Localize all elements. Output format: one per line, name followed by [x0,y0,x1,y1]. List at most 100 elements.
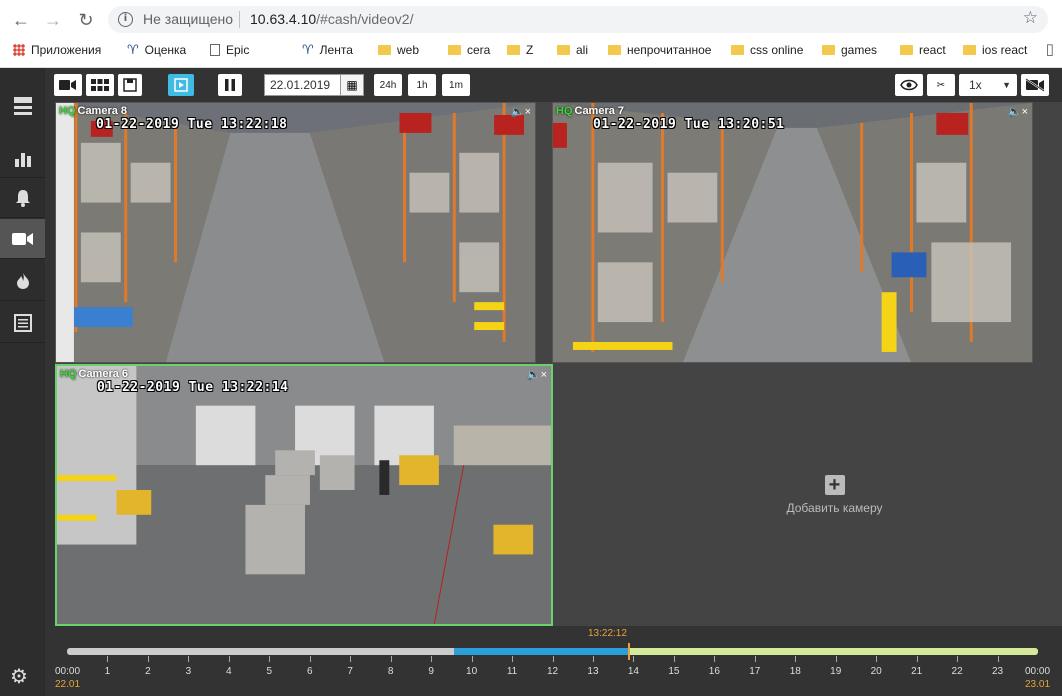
speed-select[interactable]: 1x ▼ [959,74,1017,96]
fire-icon[interactable] [0,261,45,301]
bookmark-item[interactable]: react [900,40,946,60]
bookmark-item[interactable]: Epic [210,40,249,60]
timeline-tick [714,656,716,662]
folder-icon [900,44,913,55]
video-toolbar: ▦ 24h 1h 1m ✂ 1x▼ [45,68,1062,102]
timeline-tick [228,656,230,662]
menu-icon[interactable] [0,78,45,118]
bookmark-item[interactable]: games [822,40,877,60]
camera-view-button[interactable] [54,74,82,96]
end-date-label: 23.01 [1025,679,1051,690]
bookmark-item[interactable]: Z [507,40,533,60]
timeline-tick [957,656,959,662]
hour-label: 22 [951,666,963,677]
bookmark-item[interactable]: cera [448,40,490,60]
bookmark-item[interactable]: непрочитанное [608,40,711,60]
bookmark-item[interactable]: css online [731,40,803,60]
timeline[interactable]: 13:22:12 1 2 3 4 5 6 7 8 9 10 11 12 13 14 15 16 17 18 19 20… [45,626,1062,696]
timeline-track[interactable] [67,643,1038,660]
mute-icon[interactable]: 🔈× [1008,105,1028,118]
timeline-tick [592,656,594,662]
bookmark-item[interactable]: web [378,40,419,60]
calendar-icon[interactable]: ▦ [340,74,364,96]
add-camera-label: Добавить камеру [786,501,883,515]
page-icon [210,43,220,56]
more-bookmarks-icon[interactable]: ▯ [1046,40,1054,58]
hour-label: 23 [991,666,1004,677]
gear-icon[interactable]: ⚙ [10,664,28,689]
timeline-tick [309,656,311,662]
hour-label: 14 [627,666,639,677]
apps-icon [13,43,25,56]
mascot-icon: ♈ [302,42,314,58]
bookmark-item[interactable]: Приложения [13,40,101,60]
bookmark-label: cera [467,43,491,57]
forward-icon[interactable]: → [42,9,64,31]
eye-icon[interactable] [895,74,923,96]
mascot-icon: ♈ [127,42,139,58]
timeline-tick [633,656,635,662]
mute-icon[interactable]: 🔈× [511,105,531,118]
archive-segment [454,648,629,655]
bookmark-label: ios react [982,43,1028,57]
hour-label: 17 [749,666,761,677]
bookmark-label: Epic [226,43,250,57]
address-bar[interactable]: i Не защищено 10.63.4.10/#cash/videov2/ … [108,6,1048,33]
hour-label: 9 [428,666,434,677]
star-icon[interactable]: ☆ [1023,8,1038,28]
bell-icon[interactable] [0,178,45,218]
timeline-tick [390,656,392,662]
timeline-cursor[interactable] [628,643,630,660]
camera-icon[interactable] [0,219,45,259]
url-text[interactable]: 10.63.4.10/#cash/videov2/ [250,11,413,27]
bookmark-label: react [919,43,946,57]
timeline-tick [512,656,514,662]
hour-label: 13 [587,666,599,677]
folder-icon [448,44,461,55]
hour-label: 6 [306,666,313,677]
timeline-tick [552,656,554,662]
bookmark-item[interactable]: ios react [963,40,1027,60]
info-icon[interactable]: i [118,12,133,27]
camera-timestamp: 01-22-2019 Tue 13:20:51 [593,117,785,132]
bookmark-item[interactable]: ♈ Лента [302,40,353,60]
back-icon[interactable]: ← [10,9,32,31]
camera-label: HQ Camera 7 [556,105,625,117]
timeline-tick [471,656,473,662]
grid-layout-button[interactable] [86,74,114,96]
add-camera-slot[interactable]: + Добавить камеру [607,364,1062,626]
plus-icon: + [824,475,845,495]
playback-mode-button[interactable] [168,74,194,96]
chart-icon[interactable] [0,138,45,178]
camera-tile[interactable]: HQ Camera 8 01-22-2019 Tue 13:22:18 🔈× [55,102,536,363]
mute-icon[interactable]: 🔈× [527,368,547,381]
timeline-tick [997,656,999,662]
scissors-icon[interactable]: ✂ [927,74,955,96]
camera-tile-selected[interactable]: HQ Camera 6 01-22-2019 Tue 13:22:14 🔈× [55,364,553,626]
save-button[interactable] [118,74,142,96]
timeline-tick [876,656,878,662]
video-grid: HQ Camera 8 01-22-2019 Tue 13:22:18 🔈× HQ… [55,102,1062,626]
reload-icon[interactable]: ↻ [75,9,97,31]
start-date-label: 22.01 [55,679,81,690]
camera-tile[interactable]: HQ Camera 7 01-22-2019 Tue 13:20:51 🔈× [552,102,1033,363]
camera-off-icon[interactable] [1021,74,1049,96]
range-1m-button[interactable]: 1m [442,74,470,96]
hour-label: 4 [226,666,232,677]
separator [239,11,240,28]
folder-icon [822,44,835,55]
folder-icon [731,44,744,55]
bookmark-item[interactable]: ali [557,40,588,60]
range-24h-button[interactable]: 24h [374,74,402,96]
bookmark-item[interactable]: ♈ Оценка [127,40,186,60]
timeline-tick [835,656,837,662]
bookmark-label: Приложения [31,43,102,57]
hour-label: 5 [266,666,273,677]
hour-label: 15 [668,666,680,677]
video-feed [56,103,535,362]
timeline-tick [673,656,675,662]
range-1h-button[interactable]: 1h [408,74,436,96]
list-icon[interactable] [0,303,45,343]
pause-button[interactable] [218,74,242,96]
bookmark-label: Лента [319,43,353,57]
